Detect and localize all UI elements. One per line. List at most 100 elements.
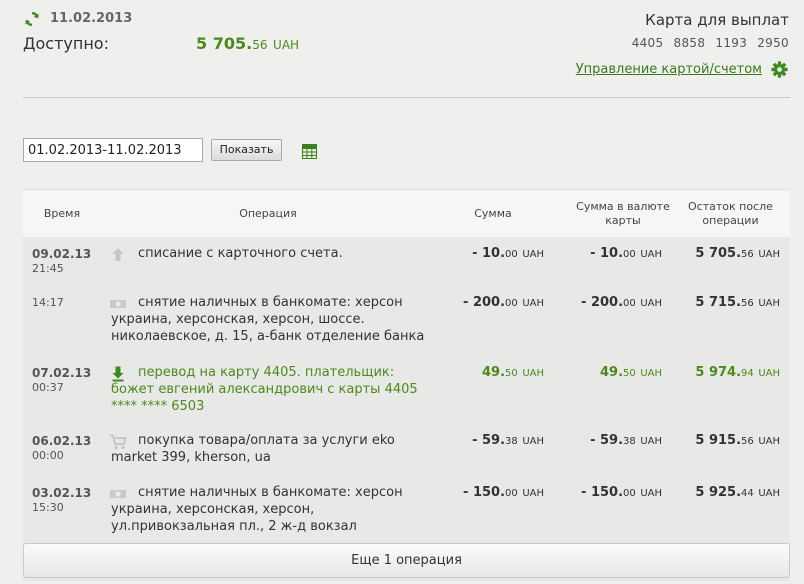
row-time: 00:00 xyxy=(32,449,64,462)
available-amount: 5 705.56 UAH xyxy=(196,34,299,53)
row-operation: снятие наличных в банкомате: херсон укра… xyxy=(111,295,425,344)
row-operation: покупка товара/оплата за услуги eko mark… xyxy=(111,433,395,465)
row-operation: снятие наличных в банкомате: херсон укра… xyxy=(111,485,403,534)
row-sum: - 200.00 UAH xyxy=(463,295,544,310)
row-balance: 5 974.94 UAH xyxy=(695,365,780,380)
row-bal-dec: 56 xyxy=(741,436,754,447)
card-title: Карта для выплат xyxy=(645,11,789,29)
refresh-icon[interactable] xyxy=(24,11,40,27)
row-cur-dec: 00 xyxy=(623,249,636,260)
row-sum-int: - 10. xyxy=(472,246,506,261)
row-bal-int: 5 974. xyxy=(695,365,742,380)
row-sum: - 150.00 UAH xyxy=(463,485,544,500)
row-date: 07.02.13 xyxy=(32,366,92,380)
row-cur-currency: UAH xyxy=(640,249,662,260)
row-sum-int: - 200. xyxy=(463,295,506,310)
row-bal-currency: UAH xyxy=(758,249,780,260)
row-bal-dec: 44 xyxy=(741,488,754,499)
transactions-table: Время Операция Сумма Сумма в валюте карты… xyxy=(23,189,790,581)
current-date: 11.02.2013 xyxy=(50,11,133,26)
row-cur-int: - 150. xyxy=(581,485,624,500)
row-cur-int: - 10. xyxy=(590,246,624,261)
row-time: 00:37 xyxy=(32,381,64,394)
date-range-input[interactable] xyxy=(23,138,203,162)
available-currency: UAH xyxy=(273,38,300,52)
row-sum-int: - 150. xyxy=(463,485,506,500)
header-operation: Операция xyxy=(239,207,297,220)
header-balance-line1: Остаток после xyxy=(688,200,773,213)
row-sum-dec: 00 xyxy=(505,298,518,309)
row-operation: списание с карточного счета. xyxy=(138,246,343,261)
header-time: Время xyxy=(43,207,81,220)
row-sum: 49.50 UAH xyxy=(482,365,544,380)
row-cur-dec: 38 xyxy=(623,436,636,447)
header-divider xyxy=(23,97,790,98)
header-sum: Сумма xyxy=(474,207,512,220)
row-bal-dec: 56 xyxy=(741,298,754,309)
row-currency-sum: - 59.38 UAH xyxy=(590,433,662,448)
row-cur-int: - 200. xyxy=(581,295,624,310)
row-sum: - 10.00 UAH xyxy=(472,246,544,261)
row-bal-int: 5 915. xyxy=(695,433,742,448)
row-balance: 5 925.44 UAH xyxy=(695,485,780,500)
row-sum-currency: UAH xyxy=(522,488,544,499)
row-cur-currency: UAH xyxy=(640,436,662,447)
row-sum-currency: UAH xyxy=(522,249,544,260)
row-sum-int: 49. xyxy=(482,365,506,380)
row-cur-dec: 50 xyxy=(623,368,636,379)
row-balance: 5 715.56 UAH xyxy=(695,295,780,310)
row-bal-int: 5 925. xyxy=(695,485,742,500)
row-sum-int: - 59. xyxy=(472,433,506,448)
header-currency-sum-line1: Сумма в валюте xyxy=(576,200,670,213)
row-cur-dec: 00 xyxy=(623,298,636,309)
available-amount-dec: 56 xyxy=(252,38,268,52)
header-currency-sum-line2: карты xyxy=(605,214,641,227)
row-date: 03.02.13 xyxy=(32,486,92,500)
row-currency-sum: 49.50 UAH xyxy=(600,365,662,380)
table-header: Время Операция Сумма Сумма в валюте карты… xyxy=(23,190,790,237)
row-sum: - 59.38 UAH xyxy=(472,433,544,448)
row-balance: 5 705.56 UAH xyxy=(695,246,780,261)
row-bal-dec: 94 xyxy=(741,368,754,379)
header-balance: Остаток после операции xyxy=(673,200,788,228)
row-currency-sum: - 150.00 UAH xyxy=(581,485,662,500)
row-bal-int: 5 705. xyxy=(695,246,742,261)
row-cur-currency: UAH xyxy=(640,368,662,379)
row-sum-dec: 50 xyxy=(505,368,518,379)
row-cur-int: - 59. xyxy=(590,433,624,448)
row-sum-currency: UAH xyxy=(522,298,544,309)
row-currency-sum: - 200.00 UAH xyxy=(581,295,662,310)
row-sum-dec: 38 xyxy=(505,436,518,447)
header-currency-sum: Сумма в валюте карты xyxy=(558,200,688,228)
row-cur-currency: UAH xyxy=(640,298,662,309)
row-time: 21:45 xyxy=(32,262,64,275)
row-time: 14:17 xyxy=(32,296,64,309)
gear-icon[interactable] xyxy=(771,61,788,78)
row-bal-dec: 56 xyxy=(741,249,754,260)
excel-export-icon[interactable] xyxy=(302,144,317,159)
row-sum-dec: 00 xyxy=(505,488,518,499)
row-bal-currency: UAH xyxy=(758,298,780,309)
row-sum-currency: UAH xyxy=(522,368,544,379)
row-currency-sum: - 10.00 UAH xyxy=(590,246,662,261)
row-cur-dec: 00 xyxy=(623,488,636,499)
row-cur-int: 49. xyxy=(600,365,624,380)
card-number: 4405 8858 1193 2950 xyxy=(631,36,789,50)
show-button[interactable]: Показать xyxy=(211,139,282,161)
row-time: 15:30 xyxy=(32,501,64,514)
row-sum-currency: UAH xyxy=(522,436,544,447)
available-amount-int: 5 705. xyxy=(196,34,253,53)
row-date: 09.02.13 xyxy=(32,247,92,261)
row-bal-int: 5 715. xyxy=(695,295,742,310)
available-label: Доступно: xyxy=(23,34,109,53)
row-balance: 5 915.56 UAH xyxy=(695,433,780,448)
row-cur-currency: UAH xyxy=(640,488,662,499)
row-bal-currency: UAH xyxy=(758,488,780,499)
manage-card-link[interactable]: Управление картой/счетом xyxy=(576,62,762,77)
row-sum-dec: 00 xyxy=(505,249,518,260)
row-date: 06.02.13 xyxy=(32,434,92,448)
row-operation: перевод на карту 4405. плательщик: божет… xyxy=(111,365,418,414)
row-bal-currency: UAH xyxy=(758,436,780,447)
more-operations-button[interactable]: Еще 1 операция xyxy=(23,543,790,578)
header-balance-line2: операции xyxy=(702,214,759,227)
